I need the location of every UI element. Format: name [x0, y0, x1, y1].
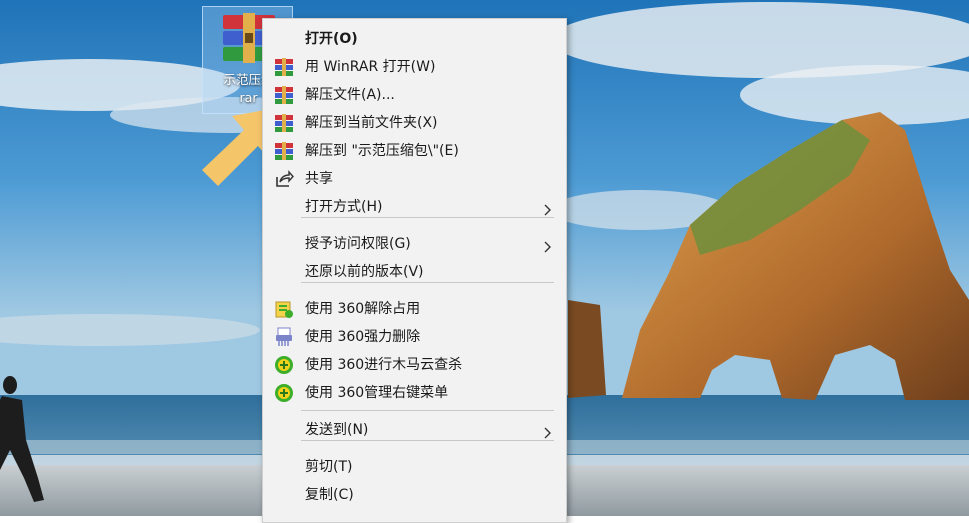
menu-item-label: 共享	[305, 171, 333, 187]
menu-separator	[301, 217, 554, 218]
menu-item-label: 剪切(T)	[305, 459, 353, 475]
menu-360-force-delete[interactable]: 使用 360强力删除	[263, 323, 566, 351]
share-icon	[274, 169, 294, 189]
menu-item-label: 解压到 "示范压缩包\"(E)	[305, 143, 459, 159]
winrar-icon	[274, 141, 294, 161]
menu-item-label: 解压文件(A)...	[305, 87, 395, 103]
chevron-right-icon	[544, 238, 552, 253]
360-shredder-icon	[274, 327, 294, 347]
360-unlock-icon	[274, 299, 294, 319]
winrar-icon	[274, 85, 294, 105]
menu-open[interactable]: 打开(O)	[263, 25, 566, 53]
menu-item-label: 解压到当前文件夹(X)	[305, 115, 438, 131]
chevron-right-icon	[544, 201, 552, 216]
menu-item-label: 使用 360进行木马云查杀	[305, 357, 463, 373]
winrar-icon	[274, 57, 294, 77]
menu-share[interactable]: 共享	[263, 165, 566, 193]
menu-item-label: 打开(O)	[305, 31, 358, 47]
menu-open-with-winrar[interactable]: 用 WinRAR 打开(W)	[263, 53, 566, 81]
winrar-icon	[274, 113, 294, 133]
menu-grant-access[interactable]: 授予访问权限(G)	[263, 230, 566, 258]
menu-copy[interactable]: 复制(C)	[263, 481, 566, 509]
menu-cut[interactable]: 剪切(T)	[263, 453, 566, 481]
menu-extract-to-folder[interactable]: 解压到 "示范压缩包\"(E)	[263, 137, 566, 165]
menu-separator	[301, 440, 554, 441]
menu-item-label: 复制(C)	[305, 487, 354, 503]
context-menu: 打开(O) 用 WinRAR 打开(W) 解压文件(A)... 解压到当前文件夹(X)…	[262, 18, 567, 523]
menu-item-label: 用 WinRAR 打开(W)	[305, 59, 436, 75]
360-scan-icon	[274, 355, 294, 375]
chevron-right-icon	[544, 424, 552, 439]
menu-item-label: 使用 360管理右键菜单	[305, 385, 449, 401]
360-menu-manager-icon	[274, 383, 294, 403]
menu-360-unlock[interactable]: 使用 360解除占用	[263, 295, 566, 323]
menu-separator	[301, 282, 554, 283]
menu-360-trojan-scan[interactable]: 使用 360进行木马云查杀	[263, 351, 566, 379]
menu-separator	[301, 410, 554, 411]
menu-extract-here[interactable]: 解压到当前文件夹(X)	[263, 109, 566, 137]
menu-item-label: 使用 360强力删除	[305, 329, 421, 345]
menu-360-manage-context-menu[interactable]: 使用 360管理右键菜单	[263, 379, 566, 407]
menu-item-label: 授予访问权限(G)	[305, 236, 411, 252]
menu-item-label: 使用 360解除占用	[305, 301, 421, 317]
menu-extract-files[interactable]: 解压文件(A)...	[263, 81, 566, 109]
